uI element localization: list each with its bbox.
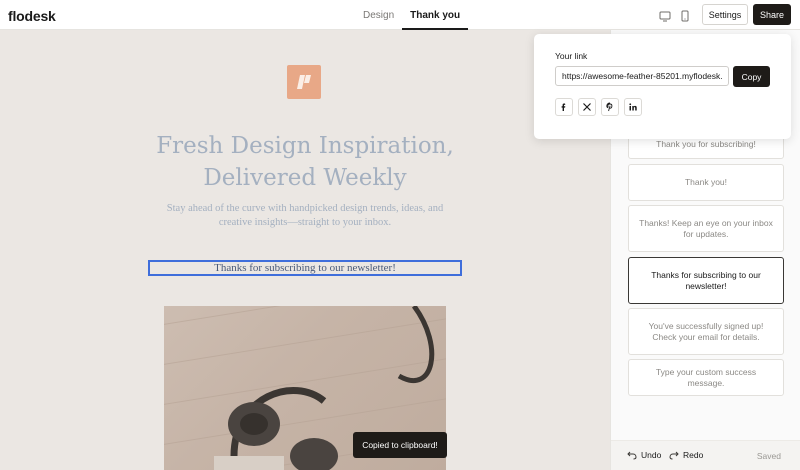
settings-button[interactable]: Settings	[702, 4, 748, 25]
redo-label: Redo	[683, 450, 704, 460]
facebook-icon[interactable]	[555, 98, 573, 116]
toast-notification: Copied to clipboard!	[353, 432, 447, 458]
app-logo[interactable]: flodesk	[8, 8, 56, 24]
copy-link-button[interactable]: Copy	[733, 66, 770, 87]
mobile-icon[interactable]	[679, 9, 691, 22]
success-option[interactable]: Thanks! Keep an eye on your inbox for up…	[628, 205, 784, 252]
undo-icon	[627, 451, 637, 460]
success-message-field[interactable]: Thanks for subscribing to our newsletter…	[148, 260, 462, 276]
undo-label: Undo	[641, 450, 662, 460]
redo-icon	[669, 451, 679, 460]
tab-design[interactable]: Design	[355, 0, 402, 30]
your-link-label: Your link	[555, 51, 588, 61]
desktop-icon[interactable]	[659, 9, 671, 22]
redo-button[interactable]: Redo	[669, 450, 703, 460]
undo-button[interactable]: Undo	[627, 450, 661, 460]
top-bar: flodesk Design Thank you Settings Share	[0, 0, 800, 30]
editor-tabs: Design Thank you	[355, 0, 469, 30]
save-status: Saved	[756, 451, 781, 461]
share-link-input[interactable]	[555, 66, 729, 86]
share-button[interactable]: Share	[753, 4, 791, 25]
tab-thank-you[interactable]: Thank you	[402, 0, 469, 30]
brand-logo-icon[interactable]	[287, 65, 321, 99]
success-option[interactable]: Thank you!	[628, 164, 784, 201]
page-subtext[interactable]: Stay ahead of the curve with handpicked …	[160, 202, 450, 230]
linkedin-icon[interactable]	[624, 98, 642, 116]
panel-footer: Undo Redo Saved	[611, 440, 800, 470]
success-option-selected[interactable]: Thanks for subscribing to our newsletter…	[628, 257, 784, 304]
success-option[interactable]: You've successfully signed up! Check you…	[628, 308, 784, 355]
custom-success-option[interactable]: Type your custom success message.	[628, 359, 784, 396]
page-headline[interactable]: Fresh Design Inspiration, Delivered Week…	[140, 130, 470, 194]
share-popover: Your link Copy	[534, 34, 791, 139]
pinterest-icon[interactable]	[601, 98, 619, 116]
editor-canvas: Fresh Design Inspiration, Delivered Week…	[0, 30, 610, 470]
x-icon[interactable]	[578, 98, 596, 116]
